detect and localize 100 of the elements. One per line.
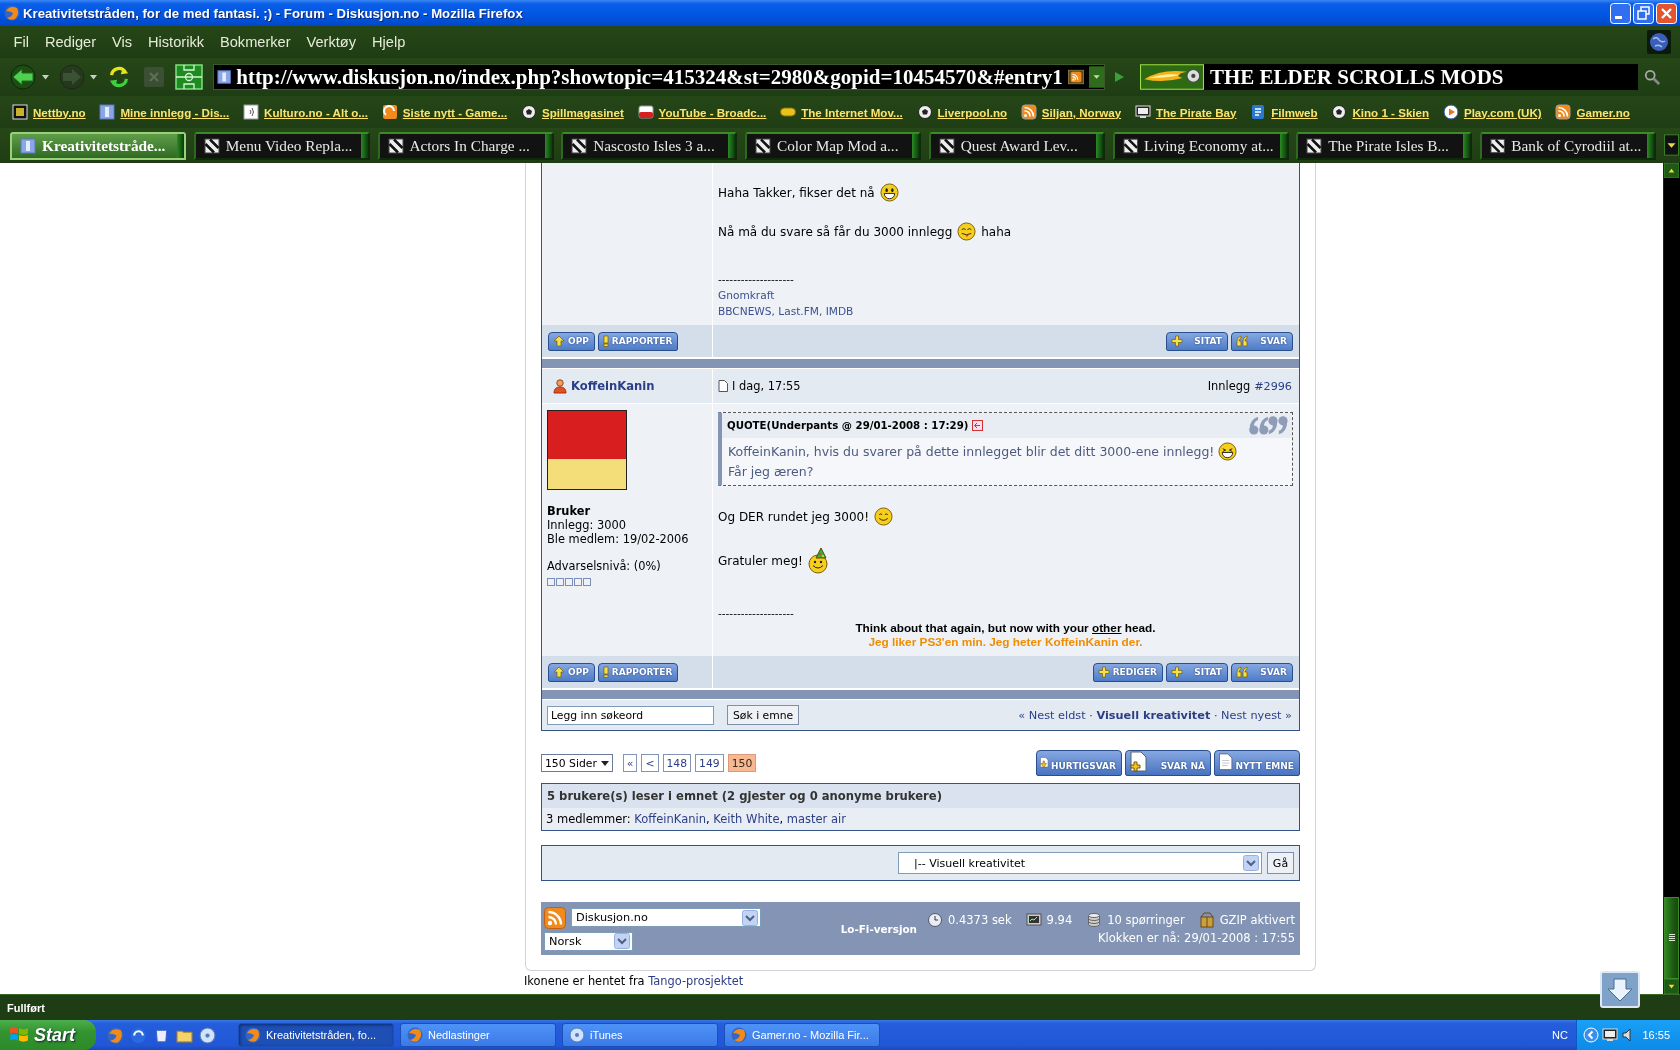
site-tile-icon (217, 69, 232, 85)
bookmark-link[interactable]: Liverpool.no (916, 104, 1008, 120)
monitor-icon[interactable] (1602, 1027, 1618, 1043)
swirl-icon[interactable] (130, 1026, 147, 1044)
download-icon[interactable] (1600, 971, 1640, 1008)
go-button[interactable]: Gå (1267, 852, 1294, 874)
bookmark-link[interactable]: YouTube - Broadc... (637, 104, 767, 120)
party-hat-face-icon (807, 548, 828, 574)
text-link[interactable]: Nest nyest » (1221, 708, 1292, 722)
language-indicator[interactable]: NC (1552, 1029, 1568, 1041)
menu-item[interactable]: Historikk (140, 31, 212, 53)
bookmark-link[interactable]: Kulturo.no - Alt o... (243, 104, 368, 120)
search-button[interactable]: Søk i emne (727, 705, 800, 725)
minimize-icon[interactable] (1610, 2, 1631, 24)
browser-tab[interactable]: Bank of Cyrodiil at... (1480, 132, 1656, 160)
page-link[interactable]: 148 (662, 754, 692, 772)
bookmark-link[interactable]: Mine innlegg - Dis... (99, 104, 230, 120)
menu-item[interactable]: Hjelp (364, 31, 413, 53)
status-text: Fullført (7, 1001, 45, 1014)
text-link[interactable]: Tango-prosjektet (648, 974, 744, 988)
topic-button[interactable]: NYTT EMNE (1214, 750, 1300, 776)
menu-item[interactable]: Vis (104, 31, 140, 53)
browser-tab[interactable]: Quest Award Lev... (928, 132, 1105, 160)
taskbar-button[interactable]: Gamer.no - Mozilla Fir... (724, 1023, 880, 1047)
bookmark-link[interactable]: Filmweb (1250, 104, 1318, 120)
bookmark-link[interactable]: Kino 1 - Skien (1331, 104, 1430, 120)
caret-icon[interactable] (1664, 134, 1679, 156)
page-link[interactable]: < (641, 754, 659, 772)
bookmark-link[interactable]: Siljan, Norway (1020, 104, 1122, 120)
member-info: Ble medlem: 19/02-2006 (547, 532, 689, 546)
quote-text: KoffeinKanin, hvis du svarer på dette innlegget blir det ditt 3000-ene innlegg! (728, 443, 1215, 459)
search-icon[interactable] (1644, 69, 1660, 85)
start-button[interactable]: Start (0, 1020, 96, 1050)
text-link[interactable]: master air (786, 812, 846, 826)
bookmark-link[interactable]: Play.com (UK) (1442, 104, 1542, 120)
topic-button[interactable]: SVAR NÅ (1125, 750, 1211, 776)
menu-item[interactable]: Bokmerker (212, 31, 299, 53)
browser-tab[interactable]: The Pirate Isles B... (1296, 132, 1473, 160)
caret-icon[interactable] (42, 74, 49, 80)
scrollbar-thumb[interactable] (1664, 897, 1679, 979)
flag-icon (9, 1026, 29, 1044)
package-icon (1198, 912, 1215, 928)
browser-tab[interactable]: Color Map Mod a... (745, 132, 921, 160)
text-link[interactable]: KoffeinKanin (634, 812, 706, 826)
back-arrow-icon[interactable] (972, 420, 984, 431)
caret-icon[interactable] (90, 74, 97, 80)
page-plus-icon (1128, 751, 1148, 775)
page-link[interactable]: « (622, 754, 638, 772)
menu-item[interactable]: Rediger (37, 31, 104, 53)
address-field[interactable]: http://www.diskusjon.no/index.php?showtopic=415324&st=2980&gopid=10454570&#entry1 (213, 64, 1105, 90)
feed-icon[interactable] (1067, 69, 1084, 85)
taskbar-button[interactable]: Kreativitetstråden, fo... (238, 1023, 394, 1047)
member-group: Bruker (547, 504, 591, 518)
bookmark-link[interactable]: Nettby.no (12, 104, 86, 120)
bookmark-link[interactable]: Siste nytt - Game... (381, 104, 508, 120)
topic-button[interactable]: HURTIGSVAR (1036, 750, 1122, 776)
browser-tab[interactable]: Kreativitetstråde... (10, 132, 186, 160)
member-info: Innlegg: 3000 (547, 518, 626, 532)
browser-tab[interactable]: Actors In Charge ... (377, 132, 554, 160)
app-logo-icon (245, 1027, 261, 1043)
taskbar-button[interactable]: iTunes (562, 1023, 718, 1047)
browser-tab[interactable]: Nascosto Isles 3 a... (561, 132, 738, 160)
text-link[interactable]: « Nest eldst (1018, 708, 1086, 722)
bookmark-link[interactable]: The Pirate Bay (1134, 104, 1237, 120)
page-link[interactable]: 149 (695, 754, 724, 772)
browser-tab[interactable]: Living Economy at... (1112, 132, 1289, 160)
search-field[interactable]: Legg inn søkeord (547, 705, 714, 725)
menu-item[interactable]: Fil (6, 31, 37, 53)
restore-icon[interactable] (1633, 2, 1654, 24)
taskbar-button[interactable]: Nedlastinger (400, 1023, 556, 1047)
page-link[interactable]: 150 (727, 754, 757, 772)
go-arrow-icon[interactable] (1113, 71, 1125, 83)
browser-tab[interactable]: Menu Video Repla... (193, 132, 370, 160)
signature-link[interactable]: Gnomkraft (718, 287, 775, 303)
disc-icon[interactable] (199, 1026, 216, 1044)
bookmark-link[interactable]: The Internet Mov... (780, 104, 903, 120)
skin-select[interactable]: Diskusjon.no (571, 908, 761, 927)
search-field[interactable]: THE ELDER SCROLLS MODS (1140, 64, 1638, 90)
language-select[interactable]: Norsk (544, 931, 633, 951)
user-icon (553, 378, 567, 394)
close-icon[interactable] (1656, 2, 1677, 24)
scroll-up-icon[interactable] (1664, 163, 1679, 178)
striped-tile-icon (1306, 138, 1323, 154)
flame-icon[interactable] (1140, 64, 1204, 90)
post-number-link[interactable]: #2996 (1254, 379, 1292, 393)
menu-item[interactable]: Verktøy (299, 31, 364, 53)
field-icon[interactable] (175, 64, 203, 90)
forum-jump-select[interactable]: |-- Visuell kreativitet (898, 852, 1262, 874)
bookmark-link[interactable]: Gamer.no (1555, 104, 1630, 120)
frame-icon (12, 104, 28, 120)
bookmark-link[interactable]: Spillmagasinet (520, 104, 624, 120)
pages-dropdown[interactable]: 150 Sider (541, 754, 613, 772)
scroll-down-icon[interactable] (1664, 979, 1679, 994)
author-name[interactable]: KoffeinKanin (571, 379, 655, 393)
forum-link[interactable]: Visuell kreativitet (1096, 708, 1211, 722)
signature-link[interactable]: BBCNEWS, Last.FM, IMDB (718, 303, 854, 319)
reload-icon[interactable] (107, 65, 131, 89)
exclamation-icon (602, 666, 609, 678)
app-logo-icon[interactable] (107, 1026, 124, 1044)
post-date: I dag, 17:55 (732, 379, 801, 393)
